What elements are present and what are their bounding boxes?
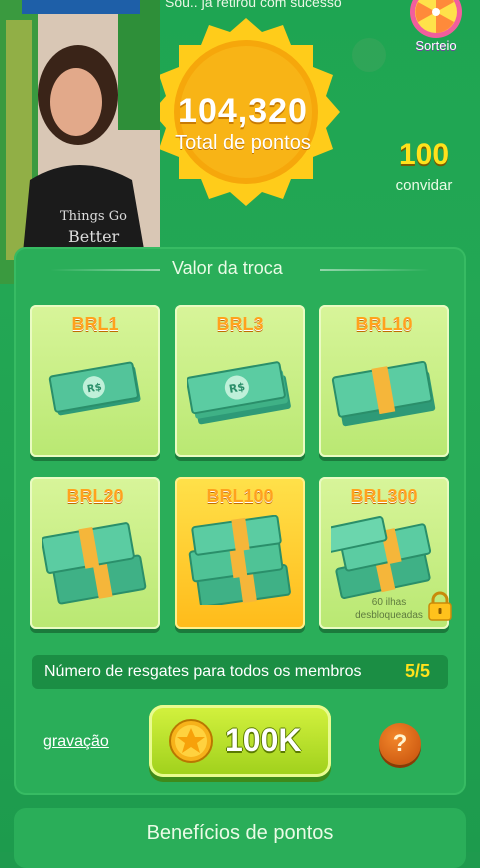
total-points-value: 104,320 [178, 92, 308, 130]
card-amount: BRL20 [66, 486, 124, 506]
history-link[interactable]: gravação [43, 733, 109, 751]
card-amount: BRL1 [71, 314, 119, 334]
streamer-video-image: Things Go Better [0, 0, 160, 284]
coin-decoration-icon [352, 38, 386, 72]
banknote-bundles-icon [42, 522, 147, 605]
title-divider-right [320, 269, 430, 271]
exchange-card-brl300[interactable]: BRL300 60 ilhas desbloqueadas [319, 477, 452, 629]
webcam-overlay: Things Go Better [0, 0, 160, 284]
claim-button[interactable]: 100K [149, 705, 331, 777]
exchange-card-brl10[interactable]: BRL10 [319, 305, 449, 457]
invite-value[interactable]: 100 [388, 138, 460, 172]
exchange-card-brl100[interactable]: BRL100 [175, 477, 305, 629]
benefits-section: Benefícios de pontos [14, 808, 466, 868]
redemption-label: Número de resgates para todos os membros [44, 663, 362, 680]
invite-label[interactable]: convidar [385, 177, 463, 194]
help-button[interactable]: ? [379, 723, 421, 765]
claim-button-label: 100K [225, 722, 302, 758]
exchange-card-brl3[interactable]: BRL3 R$ [175, 305, 305, 457]
banknote-pile-icon [331, 516, 432, 599]
exchange-card-brl1[interactable]: BRL1 R$ [30, 305, 160, 457]
padlock-icon [428, 591, 452, 621]
card-amount: BRL300 [350, 486, 418, 506]
total-points-label: Total de pontos [175, 132, 311, 154]
benefits-title: Benefícios de pontos [146, 822, 334, 844]
winner-ticker: Sou.. já retirou com sucesso [165, 0, 342, 10]
banknote-bundles-icon [188, 515, 291, 605]
banknote-icon: R$ [48, 361, 141, 416]
lucky-wheel-label[interactable]: Sorteio [405, 38, 467, 53]
exchange-title-text: Valor da troca [172, 258, 283, 278]
help-icon: ? [392, 730, 408, 757]
svg-text:R$: R$ [228, 380, 246, 396]
exchange-card-brl20[interactable]: BRL20 [30, 477, 160, 629]
card-amount: BRL10 [355, 314, 413, 334]
star-coin-icon [169, 719, 213, 763]
card-lock-text: 60 ilhas desbloqueadas [355, 597, 423, 621]
redemption-count: 5/5 [405, 661, 431, 681]
card-amount: BRL3 [216, 314, 264, 334]
banknote-stack-icon: R$ [187, 361, 291, 425]
svg-text:Things Go: Things Go [60, 209, 127, 224]
redemption-counter: Número de resgates para todos os membros… [32, 655, 448, 689]
card-amount: BRL100 [206, 486, 274, 506]
svg-text:Better: Better [68, 227, 120, 246]
title-divider-left [50, 269, 160, 271]
banknote-bundle-icon [331, 360, 436, 427]
lucky-wheel-icon[interactable] [408, 0, 464, 40]
exchange-title: Valor da troca [30, 258, 450, 282]
